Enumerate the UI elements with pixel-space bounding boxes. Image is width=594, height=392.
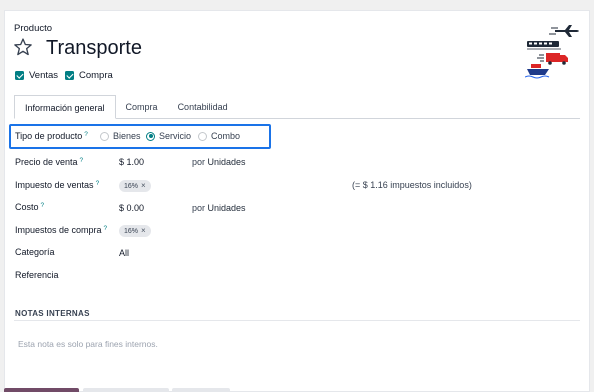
radio-goods-label: Bienes — [113, 131, 141, 141]
radio-goods[interactable]: Bienes — [100, 131, 141, 141]
internal-notes-editor[interactable]: Esta nota es solo para fines internos. — [18, 339, 158, 349]
uom-prefix: por — [192, 157, 206, 167]
notebook-tabs: Información general Compra Contabilidad — [14, 95, 580, 119]
help-icon[interactable]: ? — [104, 225, 108, 232]
primary-action-button[interactable] — [4, 388, 79, 392]
sales-checkbox[interactable]: Ventas — [15, 70, 58, 81]
cost-uom: por Unidades — [192, 203, 246, 213]
category-input[interactable]: All — [119, 248, 129, 258]
star-icon[interactable] — [13, 37, 33, 57]
purchase-tax-tag-label: 16% — [124, 228, 139, 235]
product-type-label-text: Tipo de producto — [15, 131, 83, 141]
category-label: Categoría — [15, 247, 55, 257]
sale-price-label: Precio de venta? — [15, 157, 83, 167]
uom-prefix: por — [192, 203, 206, 213]
radio-combo[interactable]: Combo — [198, 131, 240, 141]
tab-accounting[interactable]: Contabilidad — [168, 95, 238, 119]
radio-service[interactable]: Servicio — [146, 131, 191, 141]
internal-notes-title: NOTAS INTERNAS — [15, 309, 90, 318]
sales-tax-tag[interactable]: 16% × — [119, 180, 151, 192]
tax-included-note: (= $ 1.16 impuestos incluidos) — [352, 180, 472, 190]
tertiary-action-button[interactable] — [172, 388, 230, 392]
tab-purchase[interactable]: Compra — [116, 95, 168, 119]
sale-price-uom: por Unidades — [192, 157, 246, 167]
help-icon[interactable]: ? — [84, 131, 88, 138]
remove-tag-icon[interactable]: × — [141, 226, 146, 235]
product-form-sheet — [4, 10, 590, 392]
product-type-label: Tipo de producto? — [15, 131, 88, 141]
help-icon[interactable]: ? — [96, 180, 100, 187]
radio-checked-icon[interactable] — [146, 131, 155, 141]
purchase-tax-label: Impuestos de compra? — [15, 225, 107, 235]
purchase-tax-label-text: Impuestos de compra — [15, 225, 102, 235]
section-divider — [14, 320, 580, 321]
reference-label: Referencia — [15, 270, 59, 280]
sales-tax-tag-label: 16% — [124, 183, 139, 190]
reference-input[interactable] — [119, 270, 319, 282]
purchase-checkbox[interactable]: Compra — [65, 70, 113, 81]
radio-unchecked-icon[interactable] — [100, 131, 109, 141]
remove-tag-icon[interactable]: × — [141, 181, 146, 190]
sale-price-input[interactable]: $ 1.00 — [119, 157, 144, 167]
sales-checkbox-label: Ventas — [29, 70, 59, 81]
checkbox-checked-icon[interactable] — [65, 71, 74, 80]
sales-tax-label-text: Impuesto de ventas — [15, 180, 94, 190]
sales-tax-label: Impuesto de ventas? — [15, 180, 99, 190]
uom-link[interactable]: Unidades — [208, 203, 246, 213]
record-type-label: Producto — [14, 23, 53, 34]
cost-input[interactable]: $ 0.00 — [119, 203, 144, 213]
radio-unchecked-icon[interactable] — [198, 131, 207, 141]
help-icon[interactable]: ? — [41, 202, 45, 209]
help-icon[interactable]: ? — [80, 157, 84, 164]
tab-general-info[interactable]: Información general — [14, 95, 116, 119]
radio-service-label: Servicio — [159, 131, 192, 141]
checkbox-checked-icon[interactable] — [15, 71, 24, 80]
radio-combo-label: Combo — [211, 131, 241, 141]
uom-link[interactable]: Unidades — [208, 157, 246, 167]
sale-price-label-text: Precio de venta — [15, 157, 78, 167]
secondary-action-button[interactable] — [83, 388, 169, 392]
purchase-checkbox-label: Compra — [79, 70, 113, 81]
cost-label-text: Costo — [15, 202, 39, 212]
product-name[interactable]: Transporte — [46, 36, 142, 60]
cost-label: Costo? — [15, 202, 44, 212]
transport-icon[interactable] — [525, 21, 583, 79]
purchase-tax-tag[interactable]: 16% × — [119, 225, 151, 237]
